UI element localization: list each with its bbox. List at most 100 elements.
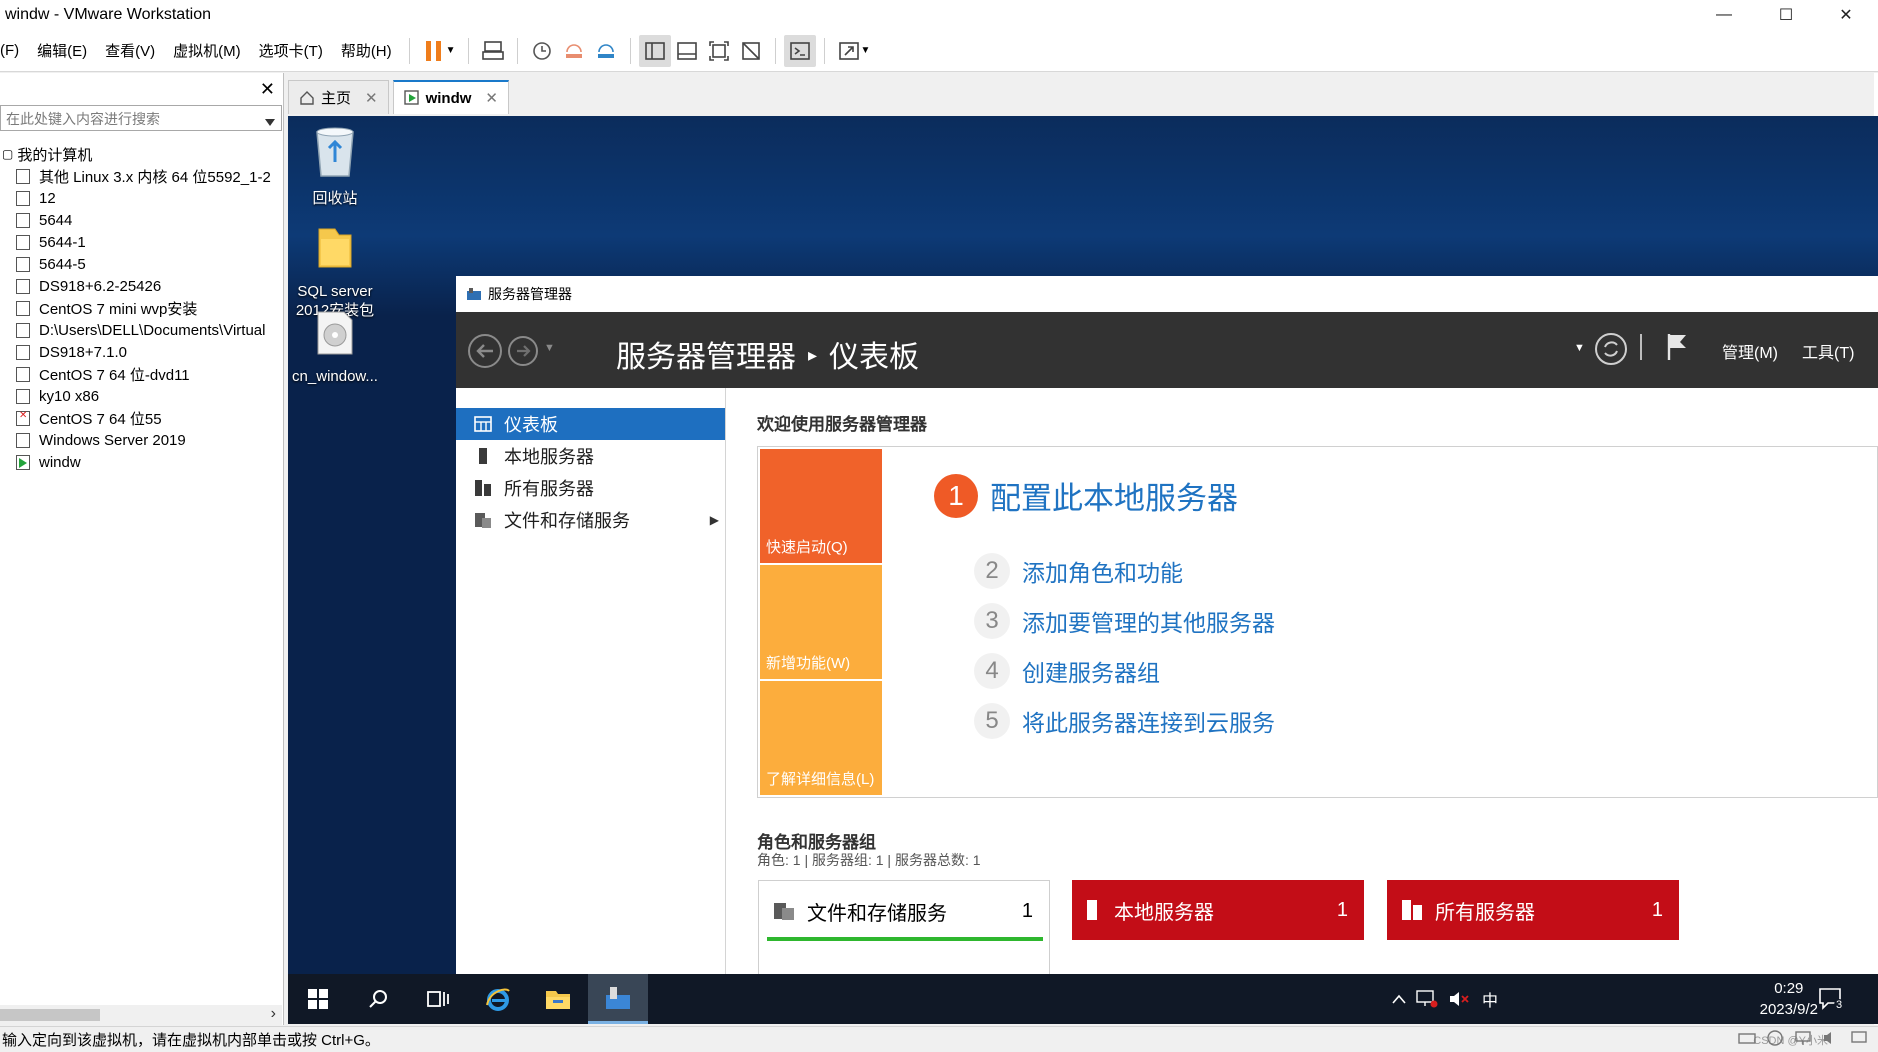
forward-button[interactable] xyxy=(508,336,538,366)
menu-edit[interactable]: 编辑(E) xyxy=(28,40,96,61)
scrollbar-thumb[interactable] xyxy=(0,1009,100,1021)
tab-windw[interactable]: windw ✕ xyxy=(392,80,509,114)
network-adapter-icon[interactable] xyxy=(1794,1029,1812,1047)
step-link[interactable]: 配置此本地服务器 xyxy=(990,473,1238,518)
menu-file[interactable]: (F) xyxy=(0,42,28,59)
chevron-down-icon[interactable]: ▼ xyxy=(1574,342,1585,354)
snapshot-manager-button[interactable] xyxy=(590,35,622,67)
vm-tree-item[interactable]: 12 xyxy=(0,187,282,209)
nav-local-server[interactable]: 本地服务器 xyxy=(456,440,725,472)
role-card-header[interactable]: 本地服务器 1 xyxy=(1072,880,1364,940)
vm-tree-item[interactable]: DS918+6.2-25426 xyxy=(0,275,282,297)
server-manager-titlebar[interactable]: 服务器管理器 xyxy=(456,276,1878,312)
thumbnail-bar-button[interactable] xyxy=(671,35,703,67)
search-button[interactable] xyxy=(348,974,408,1024)
unity-button[interactable] xyxy=(735,35,767,67)
step-link[interactable]: 创建服务器组 xyxy=(1022,654,1160,688)
chevron-right-icon[interactable]: ▶ xyxy=(710,513,719,527)
vm-tree-item[interactable]: windw xyxy=(0,451,282,473)
vm-tree-item[interactable]: 5644-5 xyxy=(0,253,282,275)
vm-tree-item[interactable]: CentOS 7 64 位-dvd11 xyxy=(0,363,282,385)
tab-windw-close-button[interactable]: ✕ xyxy=(485,89,498,107)
refresh-button[interactable] xyxy=(1594,332,1628,369)
tree-root-my-computer[interactable]: ▢ 我的计算机 xyxy=(0,143,282,165)
revert-snapshot-button[interactable] xyxy=(558,35,590,67)
step-link[interactable]: 添加角色和功能 xyxy=(1022,554,1183,588)
step-link[interactable]: 将此服务器连接到云服务 xyxy=(1022,704,1275,738)
tile-quick-start[interactable]: 快速启动(Q) xyxy=(760,449,882,563)
chevron-down-icon[interactable]: ▼ xyxy=(861,45,871,56)
chevron-down-icon[interactable] xyxy=(265,114,275,130)
nav-dashboard[interactable]: 仪表板 xyxy=(456,408,725,440)
hard-disk-icon[interactable] xyxy=(1738,1029,1756,1047)
network-icon[interactable] xyxy=(1416,974,1438,1024)
role-card-header[interactable]: 文件和存储服务 1 xyxy=(759,881,1049,941)
history-dropdown-icon[interactable]: ▼ xyxy=(544,342,555,354)
menu-vm[interactable]: 虚拟机(M) xyxy=(164,40,250,61)
menu-help[interactable]: 帮助(H) xyxy=(332,40,401,61)
vm-tree-item[interactable]: Windows Server 2019 xyxy=(0,429,282,451)
vm-tree-item[interactable]: D:\Users\DELL\Documents\Virtual xyxy=(0,319,282,341)
show-library-button[interactable] xyxy=(638,34,671,67)
vm-tree-item[interactable]: 5644-1 xyxy=(0,231,282,253)
vm-tree-item[interactable]: CentOS 7 64 位55 xyxy=(0,407,282,429)
show-hidden-icons-button[interactable] xyxy=(1392,974,1406,1024)
library-horizontal-scrollbar[interactable]: › xyxy=(0,1005,282,1025)
minimize-button[interactable]: — xyxy=(1696,0,1752,30)
task-view-button[interactable] xyxy=(408,974,468,1024)
back-button[interactable] xyxy=(468,334,502,368)
menu-tabs[interactable]: 选项卡(T) xyxy=(250,40,332,61)
role-card-all-servers[interactable]: 所有服务器 1 xyxy=(1387,880,1679,976)
taskbar-clock[interactable]: 0:29 2023/9/2 xyxy=(1760,978,1818,1020)
nav-all-servers[interactable]: 所有服务器 xyxy=(456,472,725,504)
manage-menu[interactable]: 管理(M) xyxy=(1722,339,1778,363)
role-card-label: 文件和存储服务 xyxy=(807,902,947,925)
send-ctrl-alt-del-button[interactable] xyxy=(477,35,509,67)
library-search-input[interactable]: 在此处键入内容进行搜索 xyxy=(0,105,282,131)
step-add-roles[interactable]: 2 添加角色和功能 xyxy=(974,553,1183,589)
library-close-button[interactable]: ✕ xyxy=(260,79,275,100)
tile-learn-more[interactable]: 了解详细信息(L) xyxy=(760,681,882,795)
volume-muted-icon[interactable] xyxy=(1448,974,1470,1024)
chevron-down-icon[interactable]: ▼ xyxy=(446,45,456,56)
role-card-local-server[interactable]: 本地服务器 1 xyxy=(1072,880,1364,976)
collapse-icon[interactable]: ▢ xyxy=(2,147,13,161)
tile-whats-new[interactable]: 新增功能(W) xyxy=(760,565,882,679)
taskbar-ie[interactable] xyxy=(468,974,528,1024)
vm-tree-item[interactable]: DS918+7.1.0 xyxy=(0,341,282,363)
vm-tree-item[interactable]: 5644 xyxy=(0,209,282,231)
desktop-icon-recycle-bin[interactable]: 回收站 xyxy=(290,124,380,208)
step-add-servers[interactable]: 3 添加要管理的其他服务器 xyxy=(974,603,1275,639)
cd-drive-icon[interactable] xyxy=(1766,1029,1784,1047)
fullscreen-button[interactable] xyxy=(703,35,735,67)
taskbar-explorer[interactable] xyxy=(528,974,588,1024)
desktop-icon-iso[interactable]: cn_window... xyxy=(290,310,380,386)
close-button[interactable]: ✕ xyxy=(1818,0,1874,30)
taskbar-server-manager[interactable] xyxy=(588,974,648,1024)
nav-file-storage[interactable]: 文件和存储服务 ▶ xyxy=(456,504,725,536)
action-center-button[interactable]: 3 xyxy=(1818,974,1845,1024)
step-connect-cloud[interactable]: 5 将此服务器连接到云服务 xyxy=(974,703,1275,739)
vm-tree-item[interactable]: ky10 x86 xyxy=(0,385,282,407)
vm-tree-item[interactable]: CentOS 7 mini wvp安装 xyxy=(0,297,282,319)
notifications-button[interactable] xyxy=(1666,332,1688,365)
step-configure-local-server[interactable]: 1 配置此本地服务器 xyxy=(934,473,1238,518)
console-view-button[interactable] xyxy=(783,34,816,67)
input-method-indicator[interactable]: 中 xyxy=(1482,974,1498,1024)
tab-home-close-button[interactable]: ✕ xyxy=(365,89,378,107)
role-card-header[interactable]: 所有服务器 1 xyxy=(1387,880,1679,940)
start-button[interactable] xyxy=(288,974,348,1024)
tab-home[interactable]: 主页 ✕ xyxy=(288,80,389,114)
vm-console[interactable]: 回收站 SQL server 2012安装包 cn_window... 服务器管… xyxy=(288,116,1878,1024)
snapshot-button[interactable] xyxy=(526,35,558,67)
sound-card-icon[interactable] xyxy=(1822,1029,1840,1047)
step-create-group[interactable]: 4 创建服务器组 xyxy=(974,653,1160,689)
chevron-right-icon[interactable]: › xyxy=(271,1005,276,1023)
role-card-file-storage[interactable]: 文件和存储服务 1 xyxy=(758,880,1050,976)
display-icon[interactable] xyxy=(1850,1029,1868,1047)
tools-menu[interactable]: 工具(T) xyxy=(1802,339,1854,363)
vm-tree-item[interactable]: 其他 Linux 3.x 内核 64 位5592_1-2 xyxy=(0,165,282,187)
step-link[interactable]: 添加要管理的其他服务器 xyxy=(1022,604,1275,638)
maximize-button[interactable]: ☐ xyxy=(1758,0,1814,30)
menu-view[interactable]: 查看(V) xyxy=(96,40,164,61)
